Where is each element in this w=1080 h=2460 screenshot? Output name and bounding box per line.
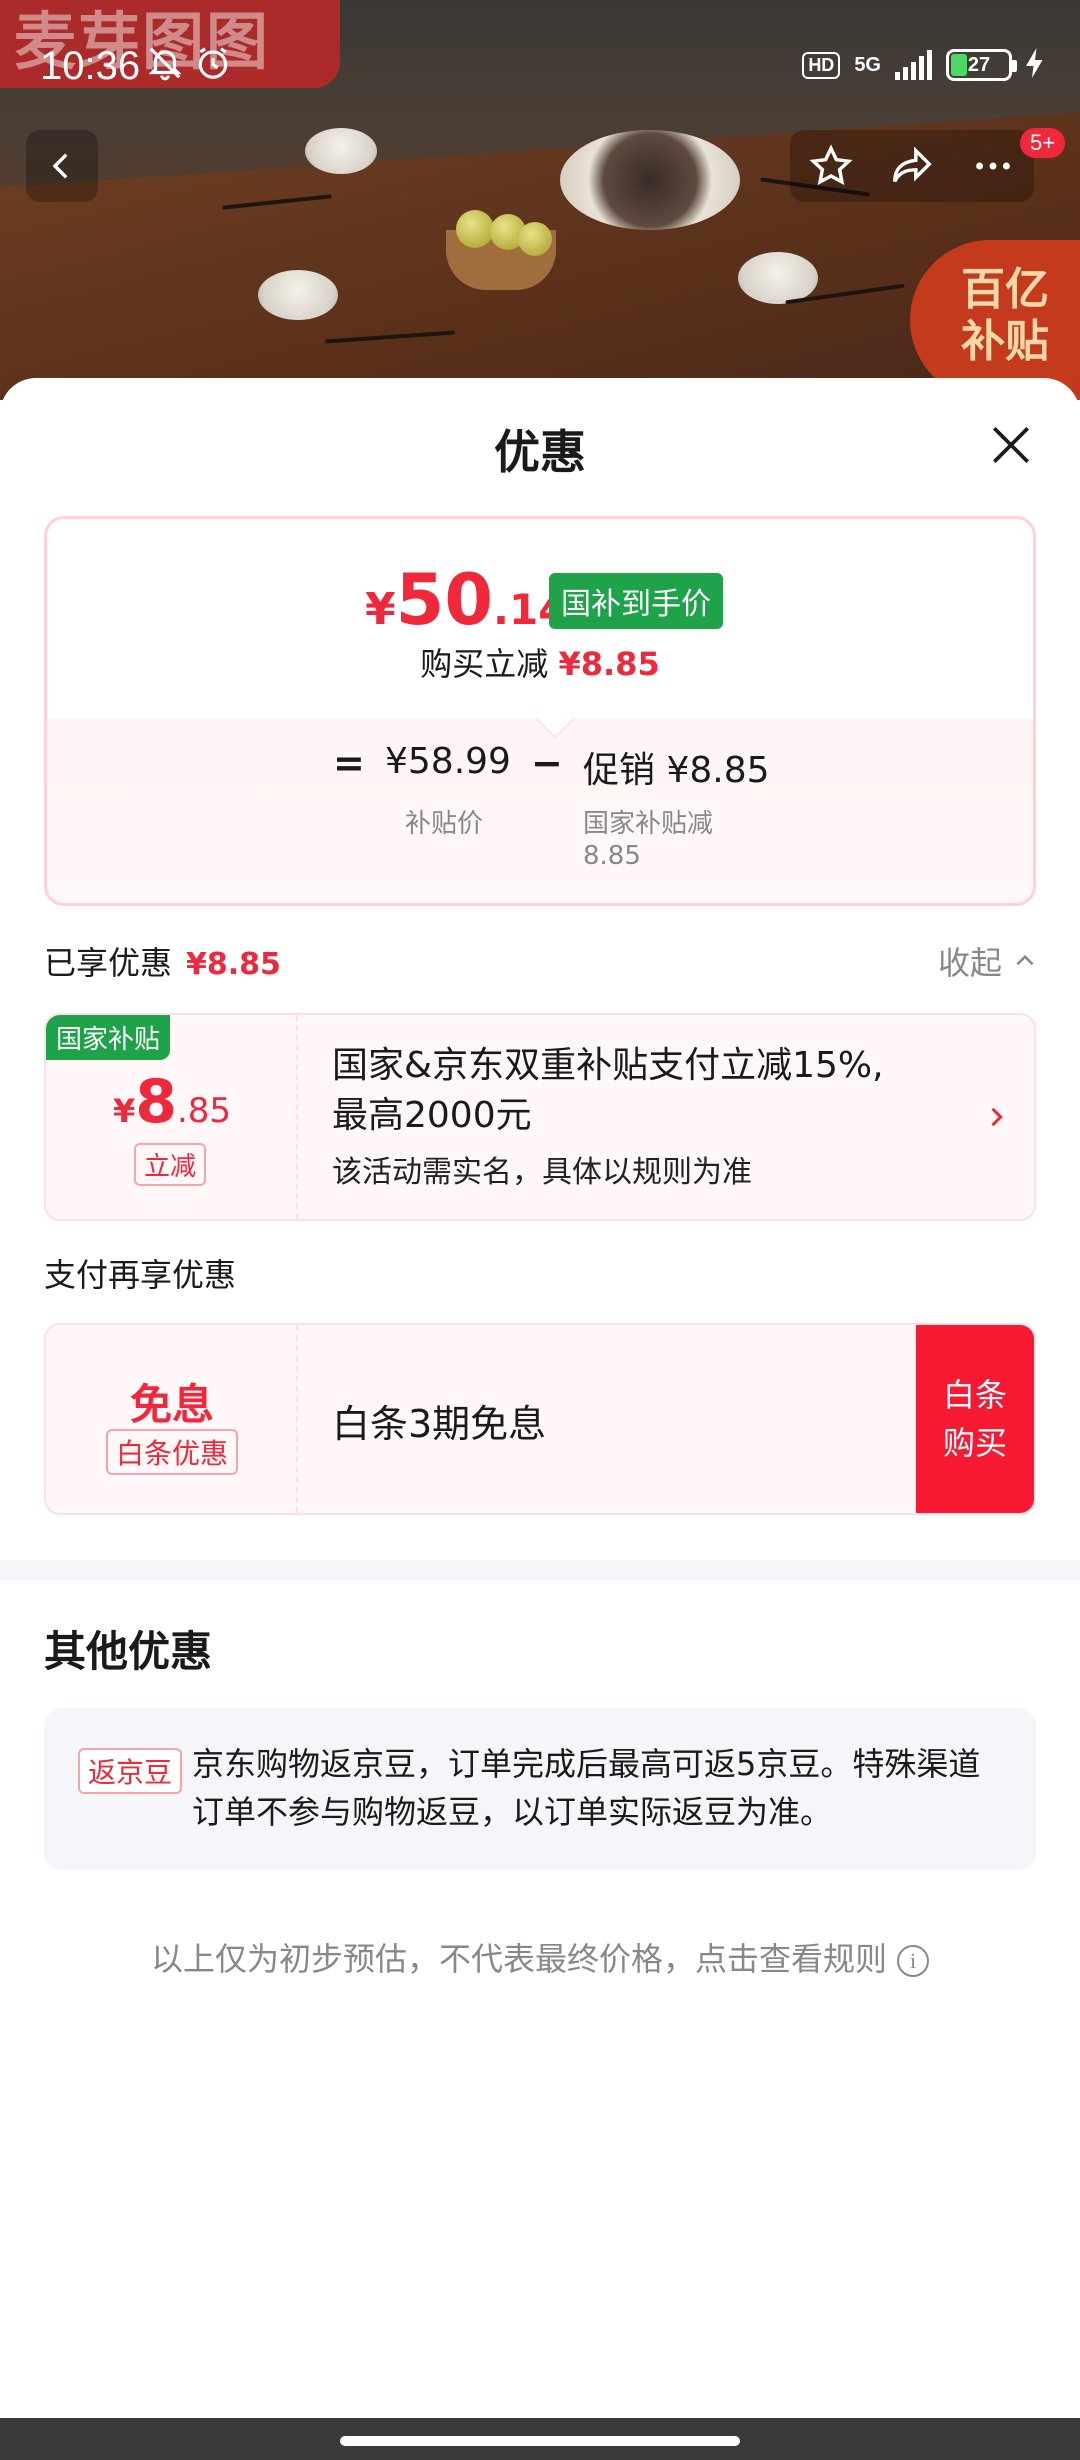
back-button[interactable] <box>26 130 98 202</box>
coupon-description-line1: 国家&京东双重补贴支付立减15%, <box>332 1045 884 1086</box>
section-divider <box>0 1560 1080 1580</box>
top-action-bar <box>790 130 1034 202</box>
muted-bell-icon <box>146 44 184 91</box>
jingdou-rebate-box: 返京豆 京东购物返京豆，订单完成后最高可返5京豆。特殊渠道订单不参与购物返豆，以… <box>44 1708 1036 1870</box>
enjoyed-discount-label: 已享优惠 <box>44 944 173 982</box>
plate <box>560 130 740 230</box>
notification-badge: 5+ <box>1020 128 1066 158</box>
alarm-icon <box>194 44 232 91</box>
jingdou-rebate-text: 京东购物返京豆，订单完成后最高可返5京豆。特殊渠道订单不参与购物返豆，以订单实际… <box>192 1745 981 1831</box>
share-button[interactable] <box>880 134 944 198</box>
baitiao-type-label: 白条优惠 <box>106 1429 239 1475</box>
payment-discount-heading: 支付再享优惠 <box>44 1256 237 1294</box>
bowl <box>305 128 377 174</box>
promo-discount-amount: 8.85 <box>583 841 641 871</box>
share-icon <box>893 146 932 183</box>
network-type: 5G <box>854 54 881 76</box>
final-price: ¥50.14 <box>365 559 567 641</box>
close-button[interactable] <box>986 420 1036 470</box>
instant-discount-amount: ¥8.85 <box>558 645 660 683</box>
enjoyed-discount-amount: ¥8.85 <box>186 947 281 982</box>
billion-subsidy-line1: 百亿 <box>961 264 1049 315</box>
rules-link[interactable]: 以上仅为初步预估，不代表最终价格，点击查看规则 i <box>0 1934 1080 1980</box>
coupon-description: 国家&京东双重补贴支付立减15%, 最高2000元 <box>332 1041 952 1141</box>
signal-icon <box>895 50 932 80</box>
hd-badge: HD <box>802 51 841 79</box>
collapse-button[interactable]: 收起 <box>938 938 1038 984</box>
coupon-note: 该活动需实名，具体以规则为准 <box>332 1155 752 1190</box>
status-bar: 10:36 HD 5G 27 <box>0 0 1080 120</box>
equals-sign: = <box>333 741 365 785</box>
bowl <box>258 270 338 320</box>
info-icon: i <box>897 1945 929 1977</box>
price-formula: = ¥58.99 补贴价 − 促销 ¥8.85 国家补贴减 8.85 <box>47 741 1033 871</box>
baitiao-buy-line2: 购买 <box>942 1424 1007 1462</box>
base-price-label: 补贴价 <box>405 809 484 839</box>
battery-icon: 27 <box>946 49 1017 81</box>
fruit <box>518 222 552 256</box>
fruit <box>456 210 494 248</box>
other-discounts-heading: 其他优惠 <box>44 1627 213 1676</box>
billion-subsidy-line2: 补贴 <box>961 316 1049 367</box>
final-price-currency: ¥ <box>365 584 396 635</box>
coupon-decimal: .85 <box>176 1091 232 1131</box>
battery-percent: 27 <box>967 53 991 76</box>
base-price: ¥58.99 <box>385 741 511 782</box>
baitiao-buy-line1: 白条 <box>942 1376 1007 1414</box>
baitiao-description: 白条3期免息 <box>332 1402 547 1446</box>
coupon-integer: 8 <box>135 1067 177 1137</box>
sheet-title: 优惠 <box>494 425 586 479</box>
coupon-amount: ¥8.85 <box>46 1067 298 1137</box>
coupon-description-line2: 最高2000元 <box>332 1095 532 1136</box>
final-price-integer: 50 <box>395 559 494 641</box>
national-subsidy-coupon[interactable]: 国家补贴 ¥8.85 立减 国家&京东双重补贴支付立减15%, 最高2000元 … <box>44 1013 1036 1221</box>
chevron-left-icon <box>52 153 68 179</box>
close-icon <box>993 427 1029 463</box>
enjoyed-discount: 已享优惠 ¥8.85 <box>44 938 281 984</box>
national-subsidy-tag: 国家补贴 <box>46 1015 171 1060</box>
chevron-right-icon <box>991 1107 1003 1127</box>
instant-discount-label: 购买立减 <box>420 645 549 683</box>
interest-free-label: 免息 <box>129 1380 214 1429</box>
baitiao-coupon: 免息 白条优惠 白条3期免息 白条 购买 <box>44 1323 1036 1515</box>
subsidy-price-tag: 国补到手价 <box>549 573 723 629</box>
status-indicators: HD 5G 27 <box>802 48 1044 82</box>
favorite-button[interactable] <box>799 134 863 198</box>
jingdou-rebate-tag: 返京豆 <box>78 1748 183 1794</box>
discount-sheet: 优惠 ¥50.14 国补到手价 购买立减 ¥8.85 = ¥58.99 补贴价 … <box>0 378 1080 2418</box>
collapse-label: 收起 <box>938 944 1003 982</box>
billion-subsidy-badge: 百亿 补贴 <box>910 240 1080 400</box>
bowl <box>738 252 818 304</box>
more-button[interactable] <box>961 134 1025 198</box>
star-icon <box>809 144 853 186</box>
minus-sign: − <box>531 741 563 785</box>
status-time: 10:36 <box>40 44 141 88</box>
chevron-up-icon <box>1016 954 1034 966</box>
instant-discount-line: 购买立减 ¥8.85 <box>47 639 1033 685</box>
coupon-currency: ¥ <box>112 1092 136 1130</box>
rules-note-text: 以上仅为初步预估，不代表最终价格，点击查看规则 <box>150 1940 887 1978</box>
charging-icon <box>1026 48 1044 82</box>
baitiao-buy-button[interactable]: 白条 购买 <box>916 1325 1034 1513</box>
coupon-type-label: 立减 <box>134 1143 207 1186</box>
navigation-bar <box>0 2418 1080 2460</box>
price-breakdown-card: ¥50.14 国补到手价 购买立减 ¥8.85 = ¥58.99 补贴价 − 促… <box>44 516 1036 906</box>
home-indicator[interactable] <box>340 2436 740 2446</box>
promo-discount: 促销 ¥8.85 <box>583 750 770 791</box>
more-dots-icon <box>976 162 1011 170</box>
promo-discount-label: 国家补贴减 <box>583 809 714 839</box>
